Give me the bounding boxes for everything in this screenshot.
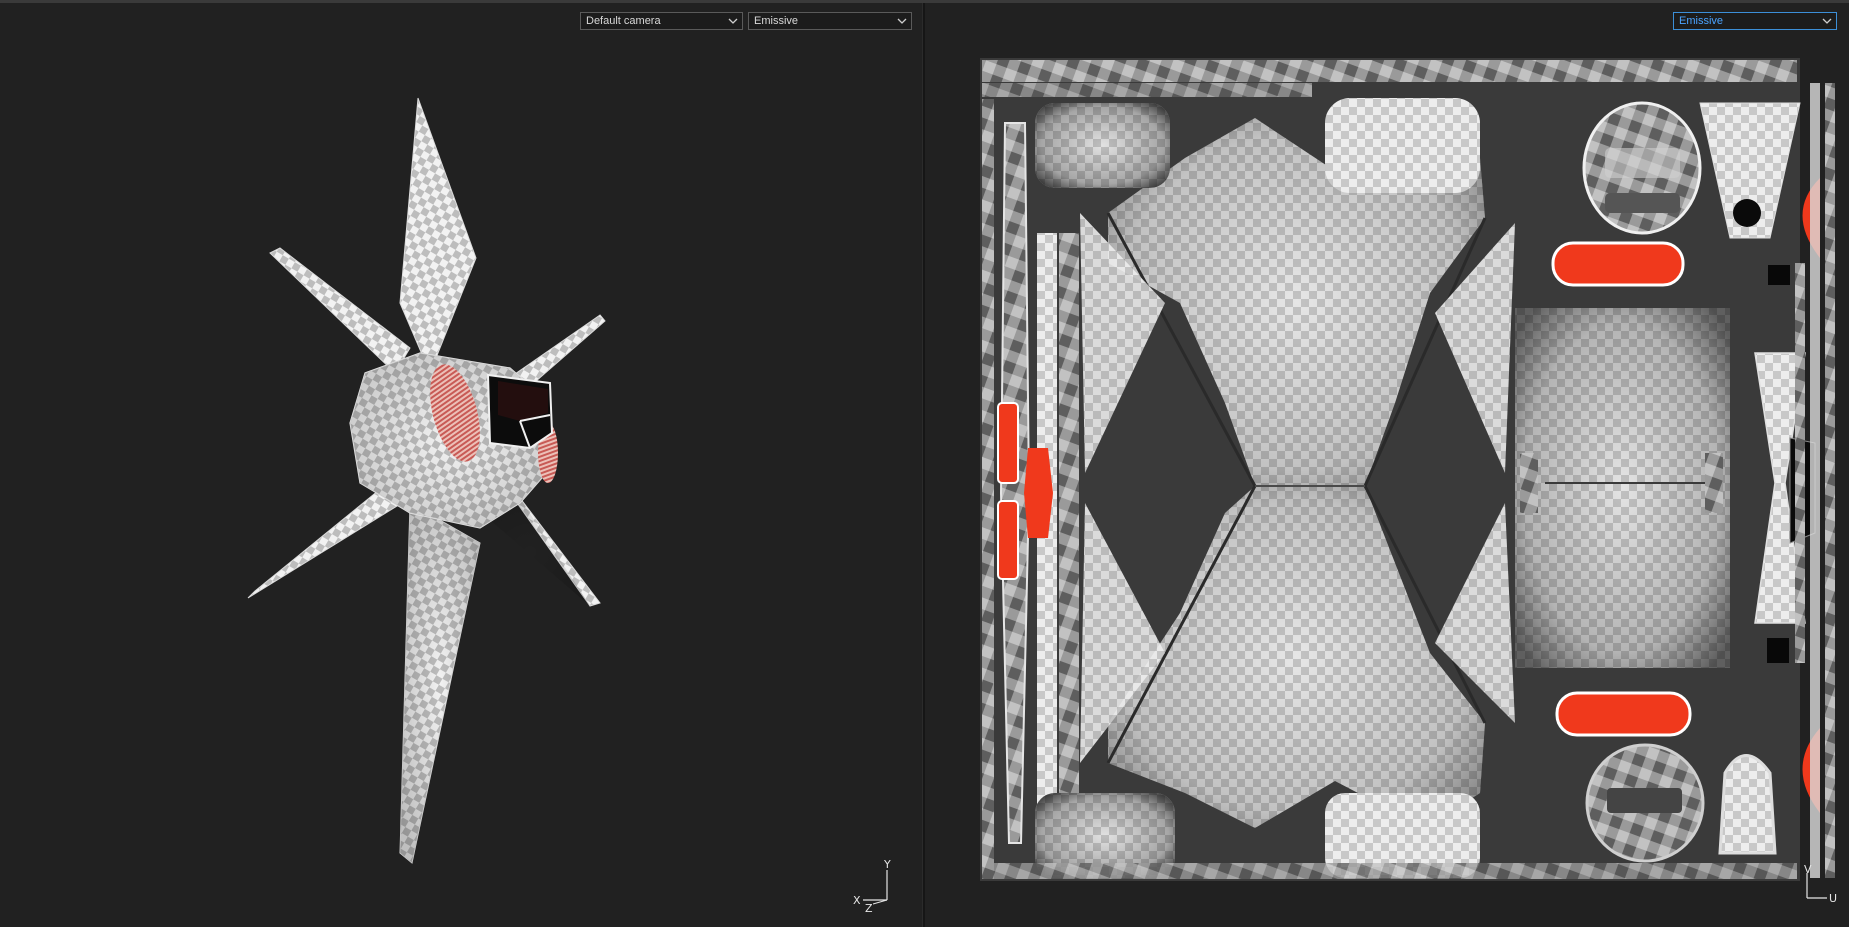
gizmo-z-label: Z bbox=[865, 902, 873, 915]
uv-gizmo-v-label: V bbox=[1804, 863, 1812, 876]
uv-islands bbox=[980, 58, 1835, 881]
uv-gizmo-u-label: U bbox=[1829, 892, 1837, 905]
uv-texture-map[interactable] bbox=[925, 3, 1849, 927]
ship-model bbox=[247, 97, 606, 864]
3d-viewport[interactable]: Default camera Emissive Y X Z bbox=[0, 3, 922, 927]
gizmo-x-label: X bbox=[853, 894, 861, 907]
gizmo-y-label: Y bbox=[883, 858, 891, 871]
3d-model-render[interactable] bbox=[0, 3, 922, 927]
axis-gizmo: Y X Z bbox=[853, 858, 891, 915]
uv-viewport[interactable]: Emissive V U bbox=[925, 3, 1849, 927]
uv-axis-gizmo: V U bbox=[1804, 863, 1837, 905]
